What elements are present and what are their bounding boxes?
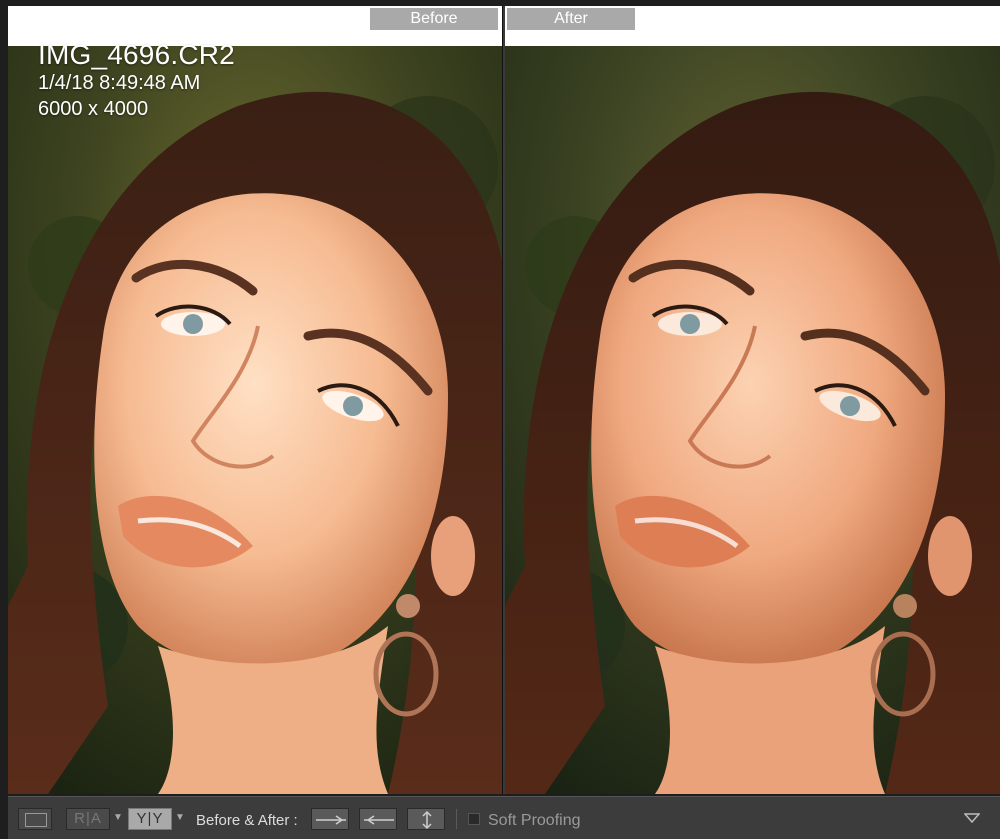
photo-info-overlay: IMG_4696.CR2 1/4/18 8:49:48 AM 6000 x 40… (38, 40, 235, 122)
swap-icon (422, 810, 432, 830)
before-after-viewer: Before IMG_4696.CR2 1/4/18 8:49:48 AM 60… (8, 6, 1000, 794)
before-after-label: Before & After : (196, 812, 298, 829)
copy-before-to-after-button[interactable] (311, 808, 349, 830)
photo-datetime: 1/4/18 8:49:48 AM (38, 72, 201, 94)
chevron-down-icon[interactable]: ▼ (113, 807, 123, 831)
toolbar-separator (456, 809, 457, 829)
photo-filename: IMG_4696.CR2 (38, 39, 235, 70)
swap-before-after-button[interactable] (407, 808, 445, 830)
copy-after-to-before-button[interactable] (359, 808, 397, 830)
after-pane[interactable]: After (505, 6, 1000, 794)
bottom-toolbar: R|A ▼ Y|Y ▼ Before & After : Soft Proofi… (8, 796, 1000, 839)
toolbar-menu-icon[interactable] (964, 812, 980, 824)
loupe-view-icon (25, 813, 47, 827)
soft-proofing-checkbox[interactable] (468, 813, 480, 825)
loupe-view-button[interactable] (18, 808, 52, 830)
after-photo (505, 6, 1000, 794)
before-pane[interactable]: Before IMG_4696.CR2 1/4/18 8:49:48 AM 60… (8, 6, 503, 794)
before-label: Before (370, 8, 498, 30)
after-label-bar: After (505, 6, 1000, 46)
chevron-down-icon[interactable]: ▼ (175, 807, 185, 831)
soft-proofing-label: Soft Proofing (488, 812, 581, 829)
before-after-split-button[interactable]: Y|Y (128, 808, 172, 830)
copy-before-to-after-icon (316, 815, 346, 825)
before-after-left-right-button[interactable]: R|A (66, 808, 110, 830)
after-label: After (507, 8, 635, 30)
before-photo (8, 6, 502, 794)
photo-dimensions: 6000 x 4000 (38, 98, 149, 120)
copy-after-to-before-icon (364, 815, 394, 825)
